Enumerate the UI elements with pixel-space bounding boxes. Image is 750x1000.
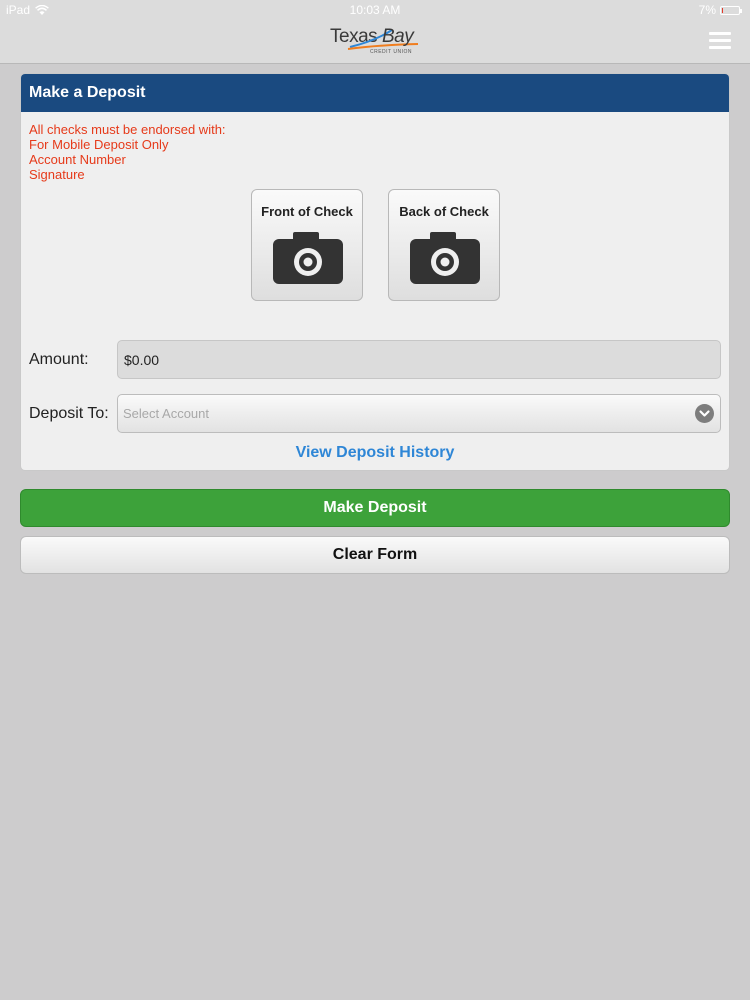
deposit-to-label: Deposit To: [29,405,109,422]
back-of-check-button[interactable]: Back of Check [388,189,500,301]
endorsement-instructions: All checks must be endorsed with: For Mo… [29,122,226,182]
logo-subtitle: CREDIT UNION [370,49,413,55]
clear-form-button[interactable]: Clear Form [20,536,730,574]
instruction-line: For Mobile Deposit Only [29,137,169,152]
back-of-check-label: Back of Check [399,204,489,219]
logo-word-bay: Bay [382,26,414,47]
app-header: Texas Bay CREDIT UNION [0,20,750,64]
amount-input[interactable] [117,340,721,379]
make-deposit-button[interactable]: Make Deposit [20,489,730,527]
instruction-line: Account Number [29,152,126,167]
battery-percent: 7% [698,3,716,17]
hamburger-menu-icon[interactable] [709,32,731,50]
account-select-placeholder: Select Account [123,406,209,421]
battery-fill [722,7,723,13]
status-right: 7% [698,3,742,17]
card-title: Make a Deposit [21,74,729,112]
status-bar: iPad 10:03 AM 7% [0,0,750,20]
status-time: 10:03 AM [349,3,401,17]
front-of-check-button[interactable]: Front of Check [251,189,363,301]
amount-label: Amount: [29,351,89,368]
camera-icon [410,232,480,284]
view-deposit-history-link[interactable]: View Deposit History [21,444,729,462]
account-select[interactable]: Select Account [117,394,721,433]
battery-icon [720,5,742,15]
instruction-line: All checks must be endorsed with: [29,122,226,137]
front-of-check-label: Front of Check [261,204,353,219]
instruction-line: Signature [29,167,85,182]
deposit-card: Make a Deposit All checks must be endors… [20,73,730,471]
chevron-down-icon[interactable] [695,404,714,423]
texas-bay-logo[interactable]: Texas Bay CREDIT UNION [330,24,422,60]
camera-icon [273,232,343,284]
